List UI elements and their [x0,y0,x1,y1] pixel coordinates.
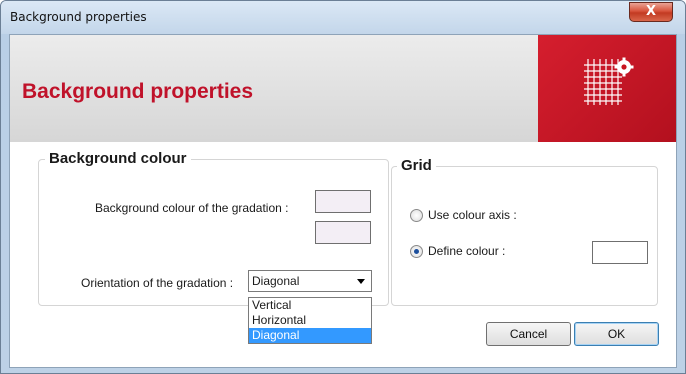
gradation-colour-swatch-1[interactable] [315,190,371,213]
use-colour-axis-label[interactable]: Use colour axis : [428,208,517,222]
define-colour-label[interactable]: Define colour : [428,244,505,258]
orientation-dropdown-list: Vertical Horizontal Diagonal [248,297,372,344]
orientation-option-horizontal[interactable]: Horizontal [249,313,371,328]
define-colour-radio[interactable] [410,245,423,258]
orientation-selected-value: Diagonal [252,274,300,288]
orientation-option-diagonal[interactable]: Diagonal [249,328,371,343]
dialog-client-area: Background properties Background colour … [9,34,677,368]
grid-gear-icon [584,57,634,105]
cancel-button[interactable]: Cancel [486,322,571,346]
dialog-header: Background properties [10,35,676,142]
header-logo [538,35,676,142]
orientation-label: Orientation of the gradation : [81,276,234,290]
define-colour-swatch[interactable] [592,241,648,264]
ok-button[interactable]: OK [574,322,659,346]
chevron-down-icon[interactable] [357,279,365,284]
use-colour-axis-radio[interactable] [410,209,423,222]
background-colour-legend: Background colour [45,150,191,167]
grid-legend: Grid [397,157,436,174]
orientation-select[interactable]: Diagonal [248,270,372,292]
close-button[interactable]: X [629,2,673,22]
title-bar[interactable]: Background properties X [1,1,685,34]
gradation-colour-label: Background colour of the gradation : [95,201,289,215]
grid-group [391,166,658,306]
window-title: Background properties [10,10,147,24]
orientation-option-vertical[interactable]: Vertical [249,298,371,313]
dialog-window: Background properties X Background prope… [0,0,686,374]
gradation-colour-swatch-2[interactable] [315,221,371,244]
header-title: Background properties [22,80,254,103]
